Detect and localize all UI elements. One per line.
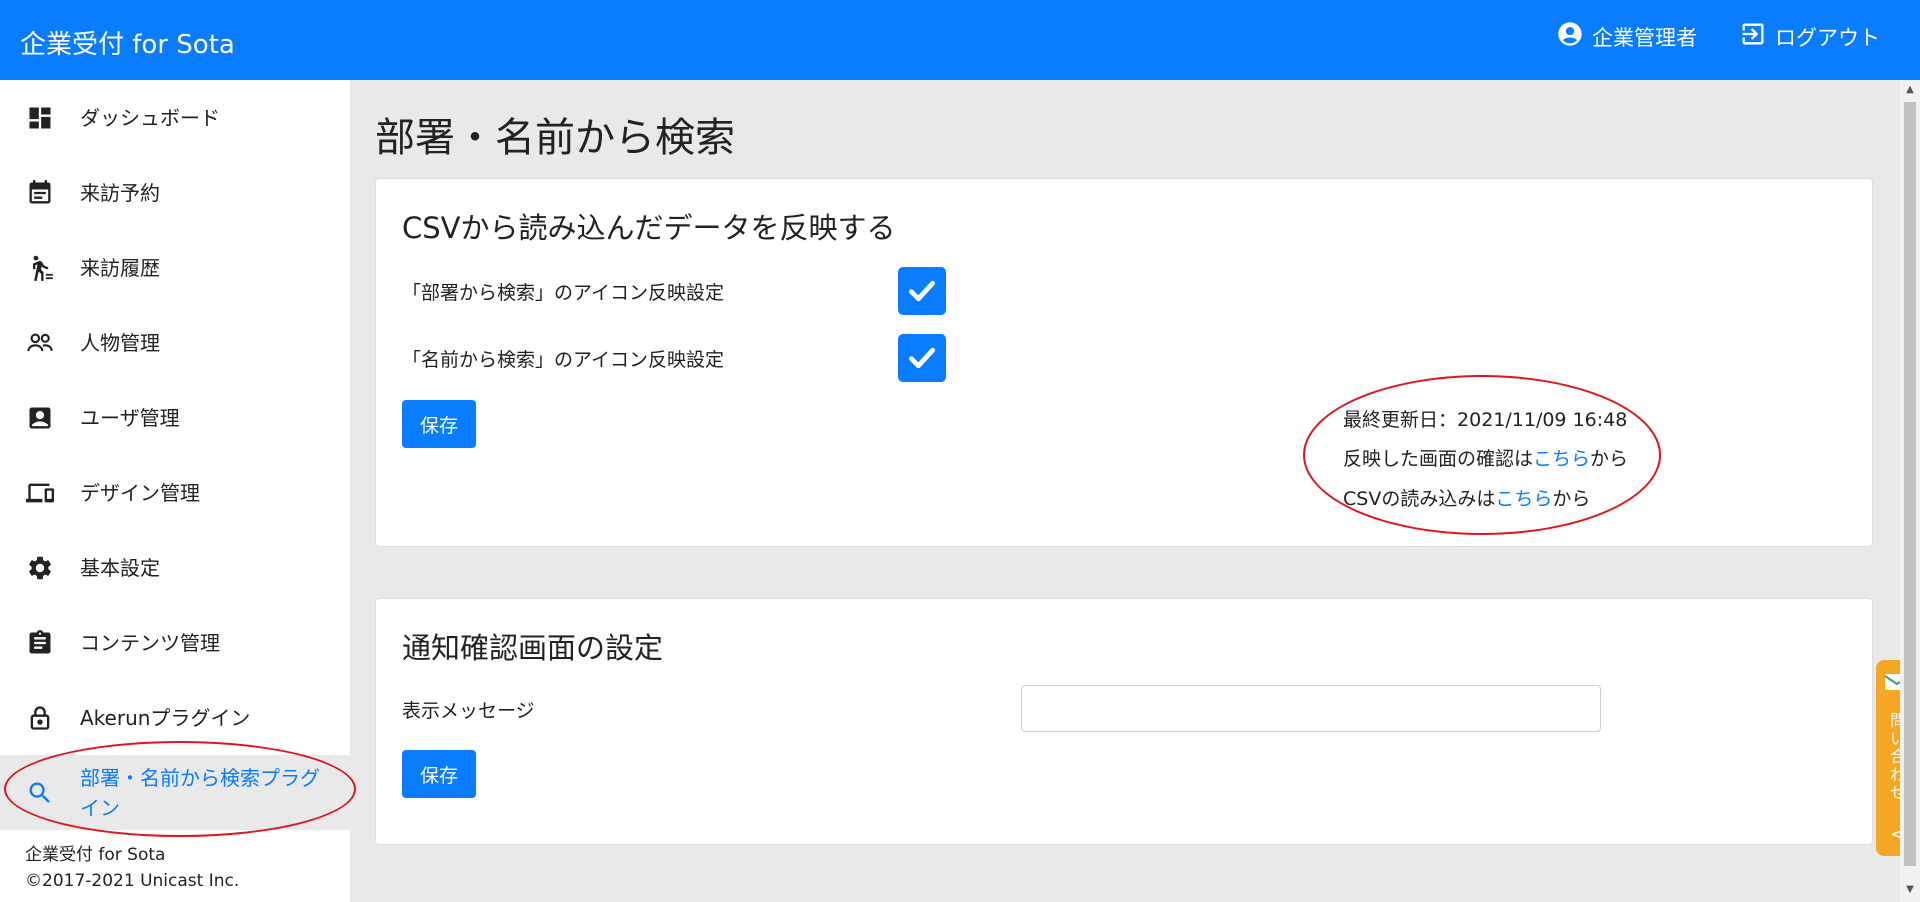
- display-message-label: 表示メッセージ: [402, 700, 535, 722]
- logout-label: ログアウト: [1775, 25, 1880, 50]
- sidebar-item-users[interactable]: ユーザ管理: [0, 380, 350, 455]
- user-menu[interactable]: 企業管理者: [1556, 20, 1697, 53]
- confirm-suffix: から: [1590, 448, 1629, 470]
- sidebar-item-label: 部署・名前から検索プラグイン: [80, 765, 320, 820]
- sidebar-item-contents[interactable]: コンテンツ管理: [0, 605, 350, 680]
- csv-suffix: から: [1552, 488, 1591, 510]
- sidebar-item-label: 人物管理: [80, 330, 160, 355]
- calendar-icon: [26, 179, 54, 207]
- scroll-down-icon[interactable]: ▼: [1904, 884, 1916, 896]
- notification-settings-card: 通知確認画面の設定 表示メッセージ 保存: [375, 598, 1873, 845]
- page-title: 部署・名前から検索: [375, 115, 735, 161]
- sidebar: ダッシュボード 来訪予約 来訪履歴 人物管理 ユーザ管理 デザイン管理 基本設定…: [0, 80, 350, 902]
- csv-import-link[interactable]: こちら: [1495, 488, 1552, 510]
- clipboard-icon: [26, 629, 54, 657]
- dept-icon-checkbox[interactable]: [898, 267, 946, 315]
- scrollbar[interactable]: ▲ ▼: [1900, 80, 1920, 902]
- name-icon-checkbox[interactable]: [898, 334, 946, 382]
- header-actions: 企業管理者 ログアウト: [1556, 20, 1880, 53]
- csv-settings-card: CSVから読み込んだデータを反映する 「部署から検索」のアイコン反映設定 「名前…: [375, 178, 1873, 547]
- app-header: 企業受付 for Sota 企業管理者 ログアウト: [0, 0, 1920, 80]
- logout-icon: [1739, 20, 1767, 53]
- sidebar-item-label: デザイン管理: [80, 480, 200, 505]
- check-icon: [908, 280, 936, 302]
- scroll-thumb[interactable]: [1904, 102, 1916, 866]
- sidebar-item-label: 基本設定: [80, 555, 160, 580]
- gear-icon: [26, 554, 54, 582]
- user-label: 企業管理者: [1592, 25, 1697, 50]
- sidebar-item-label: 来訪予約: [80, 180, 160, 205]
- csv-prefix: CSVの読み込みは: [1343, 488, 1496, 510]
- csv-import-line: CSVの読み込みはこちらから: [1343, 484, 1590, 511]
- sidebar-item-label: ユーザ管理: [80, 405, 180, 430]
- notify-card-title: 通知確認画面の設定: [402, 631, 664, 665]
- sidebar-item-settings[interactable]: 基本設定: [0, 530, 350, 605]
- sidebar-item-dashboard[interactable]: ダッシュボード: [0, 80, 350, 155]
- brand-title[interactable]: 企業受付 for Sota: [20, 24, 235, 61]
- last-updated-value: 2021/11/09 16:48: [1457, 409, 1628, 431]
- save-button-notify[interactable]: 保存: [402, 750, 476, 798]
- sidebar-item-history[interactable]: 来訪履歴: [0, 230, 350, 305]
- sidebar-item-label: Akerunプラグイン: [80, 705, 251, 730]
- csv-card-title: CSVから読み込んだデータを反映する: [402, 211, 896, 245]
- last-updated-label: 最終更新日：: [1343, 409, 1458, 431]
- check-icon: [908, 347, 936, 369]
- sidebar-item-people[interactable]: 人物管理: [0, 305, 350, 380]
- confirm-screen-link[interactable]: こちら: [1533, 448, 1590, 470]
- sidebar-item-label: コンテンツ管理: [80, 630, 220, 655]
- sidebar-footer: 企業受付 for Sota ©2017-2021 Unicast Inc.: [25, 842, 239, 894]
- sidebar-item-design[interactable]: デザイン管理: [0, 455, 350, 530]
- confirm-prefix: 反映した画面の確認は: [1343, 448, 1534, 470]
- dashboard-icon: [26, 104, 54, 132]
- sidebar-item-akerun[interactable]: Akerunプラグイン: [0, 680, 350, 755]
- dept-icon-setting-label: 「部署から検索」のアイコン反映設定: [402, 282, 725, 304]
- footer-product: 企業受付 for Sota: [25, 845, 166, 865]
- devices-icon: [26, 479, 54, 507]
- logout-button[interactable]: ログアウト: [1739, 20, 1880, 53]
- sidebar-item-search-plugin[interactable]: 部署・名前から検索プラグイン: [0, 755, 350, 830]
- save-button[interactable]: 保存: [402, 400, 476, 448]
- account-circle-icon: [1556, 20, 1584, 53]
- people-icon: [26, 329, 54, 357]
- search-icon: [26, 779, 54, 807]
- display-message-input[interactable]: [1021, 685, 1601, 732]
- footer-copyright: ©2017-2021 Unicast Inc.: [25, 871, 240, 891]
- last-updated: 最終更新日：2021/11/09 16:48: [1343, 405, 1627, 432]
- confirm-screen-line: 反映した画面の確認はこちらから: [1343, 444, 1628, 471]
- contact-card-icon: [26, 404, 54, 432]
- name-icon-setting-label: 「名前から検索」のアイコン反映設定: [402, 349, 725, 371]
- lock-icon: [26, 704, 54, 732]
- sidebar-item-label: ダッシュボード: [80, 105, 220, 130]
- sidebar-item-label: 来訪履歴: [80, 255, 160, 280]
- walking-person-icon: [26, 254, 54, 282]
- scroll-up-icon[interactable]: ▲: [1904, 84, 1916, 96]
- sidebar-item-reservations[interactable]: 来訪予約: [0, 155, 350, 230]
